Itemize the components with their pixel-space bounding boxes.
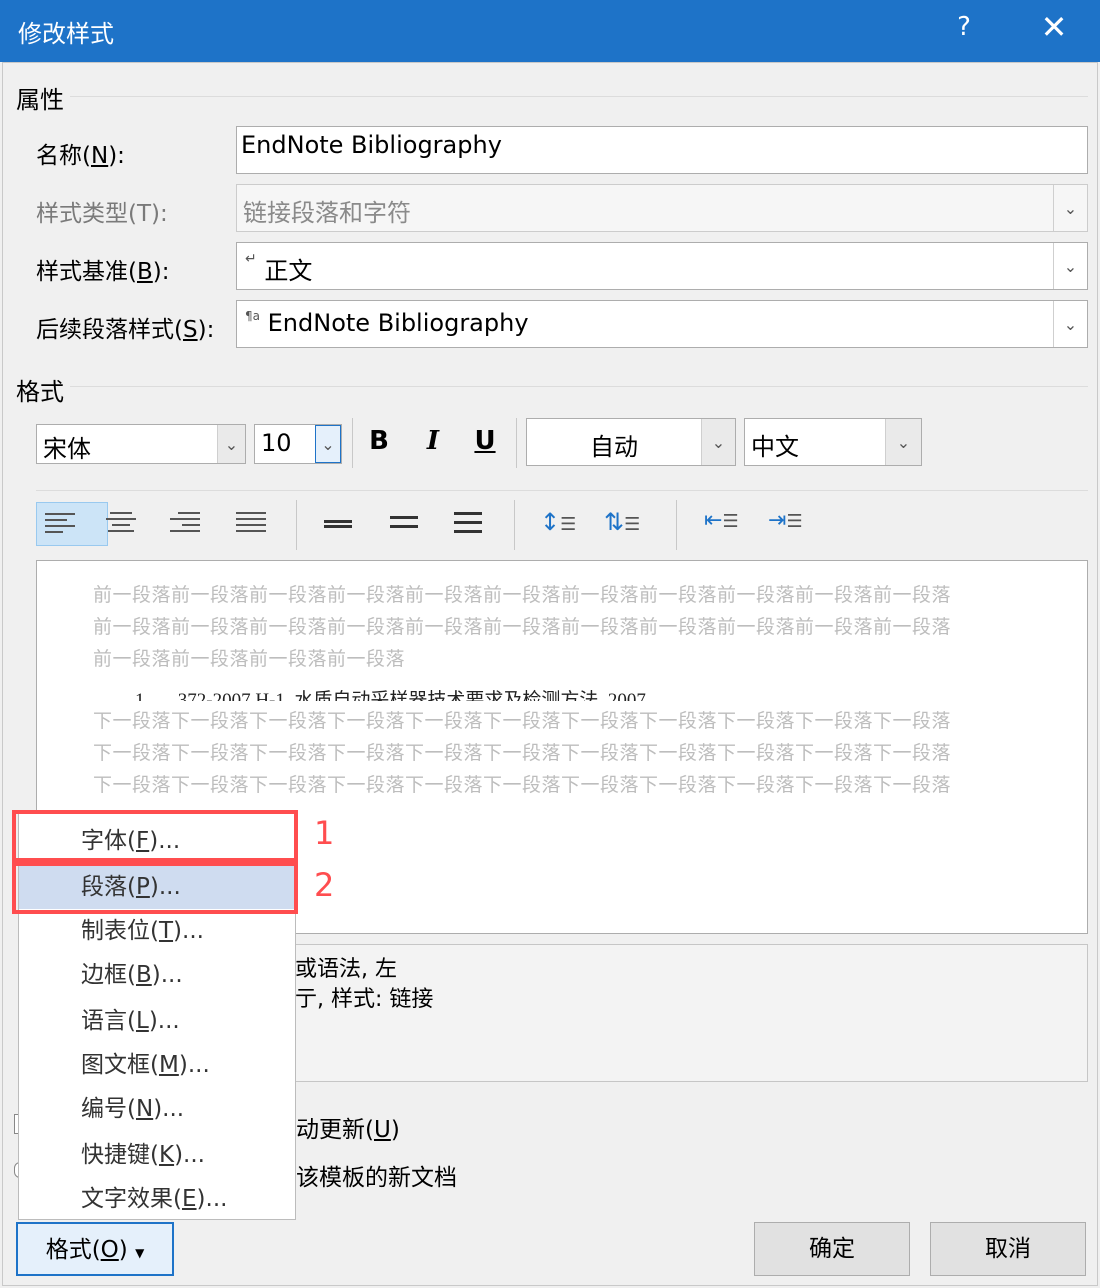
- menu-item-language[interactable]: 语言(L)...: [19, 999, 295, 1043]
- single-spacing-icon: [324, 520, 354, 546]
- chevron-down-icon[interactable]: ⌄: [701, 419, 735, 465]
- font-color-value: 自动: [590, 433, 638, 461]
- chevron-down-icon[interactable]: ⌄: [1053, 301, 1087, 347]
- bold-button[interactable]: B: [364, 426, 394, 456]
- one-half-spacing-icon: [390, 516, 420, 542]
- one-half-spacing-button[interactable]: [390, 516, 420, 542]
- chevron-down-icon[interactable]: ⌄: [217, 425, 245, 463]
- annotation-marker-2: 2: [314, 866, 335, 904]
- double-spacing-icon: [454, 512, 484, 538]
- name-label: 名称(N):: [36, 143, 125, 169]
- dialog-title: 修改样式: [18, 20, 114, 48]
- title-bar: [0, 0, 1100, 62]
- decrease-paragraph-spacing-icon[interactable]: ⇅☰: [604, 508, 640, 536]
- preview-before-line: 前一段落前一段落前一段落前一段落前一段落前一段落前一段落前一段落前一段落前一段落…: [93, 584, 952, 606]
- align-right-button[interactable]: [170, 512, 200, 538]
- next-paragraph-select[interactable]: ¶a EndNote Bibliography ⌄: [236, 300, 1088, 348]
- based-on-select[interactable]: ↵ 正文 ⌄: [236, 242, 1088, 290]
- new-documents-label: 该模板的新文档: [296, 1165, 457, 1191]
- help-icon[interactable]: ?: [950, 12, 978, 42]
- double-spacing-button[interactable]: [454, 512, 484, 538]
- toolbar-separator: [514, 500, 515, 550]
- font-name-select[interactable]: 宋体 ⌄: [36, 424, 246, 464]
- menu-item-shortcut-key[interactable]: 快捷键(K)...: [19, 1133, 295, 1177]
- caret-down-icon: ▼: [135, 1246, 145, 1260]
- menu-item-tabs[interactable]: 制表位(T)...: [19, 909, 295, 953]
- style-type-select: 链接段落和字符 ⌄: [236, 184, 1088, 232]
- font-color-select[interactable]: 自动 ⌄: [526, 418, 736, 466]
- align-center-button[interactable]: [106, 512, 136, 538]
- menu-item-numbering[interactable]: 编号(N)...: [19, 1087, 295, 1131]
- format-menu-button[interactable]: 格式(O) ▼: [16, 1222, 174, 1276]
- auto-update-label: 动更新(U): [296, 1117, 400, 1143]
- preview-after-line: 下一段落下一段落下一段落下一段落下一段落下一段落下一段落下一段落下一段落下一段落…: [93, 742, 952, 764]
- toolbar-separator: [296, 500, 297, 550]
- single-spacing-button[interactable]: [324, 520, 354, 546]
- preview-sample-text: 1 372-2007 H-1. 水质自动采样器技术要求及检测方法. 2007.: [135, 690, 651, 701]
- annotation-box-1: [12, 810, 298, 862]
- chevron-down-icon[interactable]: ⌄: [315, 425, 341, 463]
- linked-style-icon: ¶a: [245, 309, 260, 323]
- menu-item-frame[interactable]: 图文框(M)...: [19, 1043, 295, 1087]
- format-divider: [70, 386, 1088, 387]
- script-select[interactable]: 中文 ⌄: [744, 418, 922, 466]
- annotation-marker-1: 1: [314, 814, 335, 852]
- menu-item-border[interactable]: 边框(B)...: [19, 953, 295, 997]
- font-name-value: 宋体: [43, 435, 91, 463]
- align-center-icon: [106, 512, 136, 538]
- align-left-icon: [45, 513, 75, 539]
- close-icon[interactable]: ✕: [1036, 8, 1072, 46]
- underline-button[interactable]: U: [470, 426, 500, 456]
- annotation-box-2: [12, 862, 298, 914]
- description-line: 或语法, 左: [295, 957, 397, 982]
- increase-indent-icon[interactable]: ⇥☰: [768, 508, 803, 533]
- justify-icon: [236, 512, 266, 538]
- preview-after-line: 下一段落下一段落下一段落下一段落下一段落下一段落下一段落下一段落下一段落下一段落…: [93, 710, 952, 732]
- next-paragraph-label: 后续段落样式(S):: [36, 317, 215, 343]
- based-on-value: 正文: [264, 257, 313, 285]
- preview-before-line: 前一段落前一段落前一段落前一段落: [93, 648, 406, 670]
- format-section-label: 格式: [16, 378, 64, 406]
- italic-button[interactable]: I: [418, 426, 448, 456]
- preview-before-line: 前一段落前一段落前一段落前一段落前一段落前一段落前一段落前一段落前一段落前一段落…: [93, 616, 952, 638]
- style-type-value: 链接段落和字符: [243, 199, 411, 227]
- toolbar-separator: [352, 418, 353, 468]
- preview-after-line: 下一段落下一段落下一段落下一段落下一段落下一段落下一段落下一段落下一段落下一段落…: [93, 774, 952, 796]
- menu-item-text-effects[interactable]: 文字效果(E)...: [19, 1177, 295, 1221]
- font-size-select[interactable]: 10 ⌄: [254, 424, 342, 464]
- cancel-button[interactable]: 取消: [930, 1222, 1086, 1276]
- style-type-label: 样式类型(T):: [36, 201, 168, 227]
- next-paragraph-value: EndNote Bibliography: [267, 309, 529, 337]
- increase-paragraph-spacing-icon[interactable]: ↕☰: [540, 508, 576, 536]
- decrease-indent-icon[interactable]: ⇤☰: [704, 508, 739, 533]
- description-line: 亍, 样式: 链接: [295, 987, 434, 1012]
- based-on-label: 样式基准(B):: [36, 259, 170, 285]
- align-right-icon: [170, 512, 200, 538]
- ok-button[interactable]: 确定: [754, 1222, 910, 1276]
- toolbar-separator: [516, 418, 517, 468]
- properties-section-label: 属性: [16, 86, 64, 114]
- paragraph-mark-icon: ↵: [245, 251, 257, 267]
- chevron-down-icon: ⌄: [1053, 185, 1087, 231]
- toolbar-divider: [36, 490, 1088, 491]
- name-input[interactable]: EndNote Bibliography: [236, 126, 1088, 174]
- justify-button[interactable]: [236, 512, 266, 538]
- align-left-button[interactable]: [36, 502, 108, 546]
- script-value: 中文: [751, 433, 799, 461]
- toolbar-separator: [676, 500, 677, 550]
- properties-divider: [70, 96, 1088, 97]
- chevron-down-icon[interactable]: ⌄: [1053, 243, 1087, 289]
- chevron-down-icon[interactable]: ⌄: [885, 419, 921, 465]
- font-size-value: 10: [261, 429, 292, 457]
